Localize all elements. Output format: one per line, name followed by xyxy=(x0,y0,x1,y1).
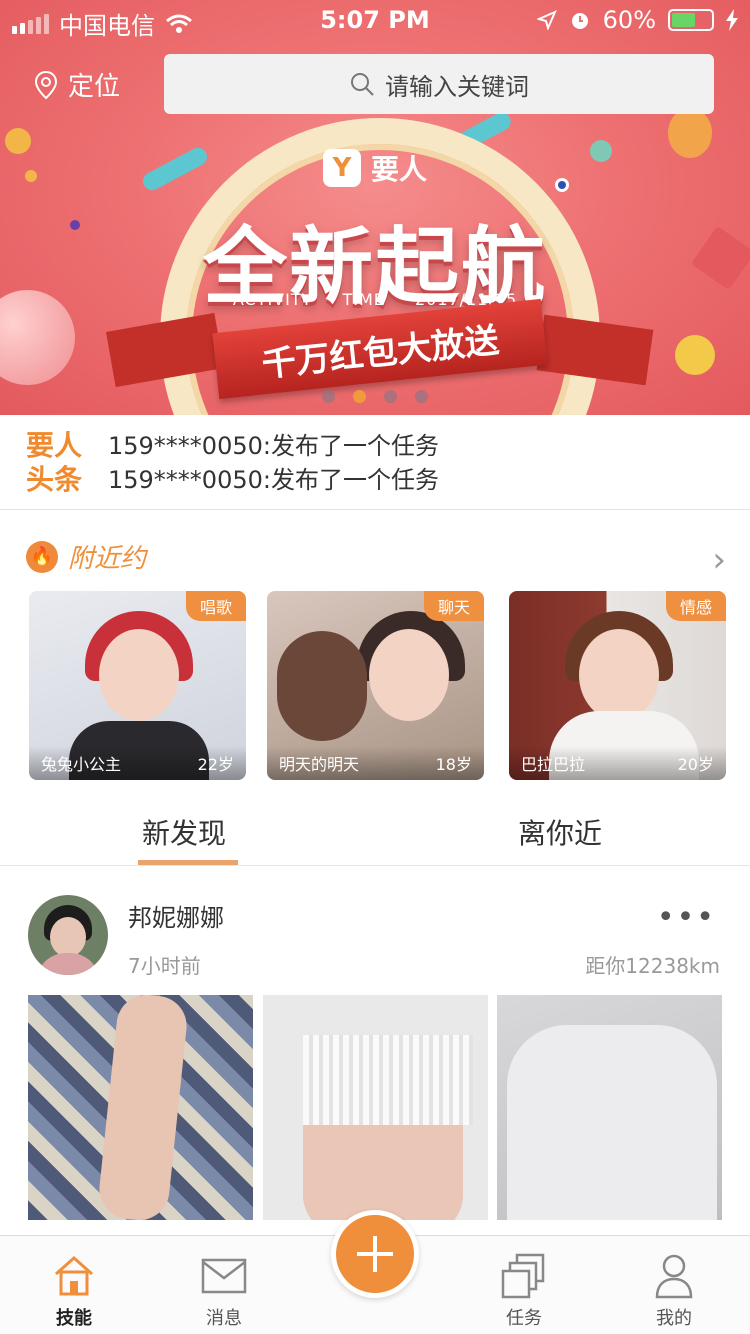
news-item[interactable]: 159****0050:发布了一个任务 xyxy=(108,429,439,463)
search-placeholder: 请输入关键词 xyxy=(385,72,529,101)
post-time: 7小时前 xyxy=(128,954,201,978)
search-icon xyxy=(351,73,374,96)
post-photo-lace xyxy=(303,1035,473,1125)
fire-icon: 🔥 xyxy=(26,540,58,573)
news-ticker[interactable]: 要人 头条 159****0050:发布了一个任务 159****0050:发布… xyxy=(0,415,750,510)
nav-label: 我的 xyxy=(656,1308,692,1329)
user-icon xyxy=(655,1254,693,1299)
more-options-icon[interactable]: ••• xyxy=(657,900,716,935)
card-caption: 兔兔小公主 22岁 xyxy=(29,746,246,780)
card-name: 兔兔小公主 xyxy=(41,755,122,774)
card-photo-face xyxy=(579,629,659,721)
post-photo-content xyxy=(96,995,190,1220)
post-photo[interactable] xyxy=(263,995,488,1220)
card-photo-face xyxy=(369,629,449,721)
post-distance: 距你12238km xyxy=(585,954,720,978)
banner-logo-text: 要人 xyxy=(370,153,427,186)
banner-pagination[interactable] xyxy=(0,390,750,403)
location-label: 定位 xyxy=(68,72,121,102)
card-age: 20岁 xyxy=(677,755,714,774)
post-photo[interactable] xyxy=(497,995,722,1220)
nearby-card[interactable]: 唱歌 兔兔小公主 22岁 xyxy=(29,591,246,780)
pagination-dot[interactable] xyxy=(415,390,428,403)
nav-item-skills[interactable]: 技能 xyxy=(24,1250,124,1330)
home-icon xyxy=(55,1255,93,1296)
post-photo-content xyxy=(507,1025,717,1220)
nav-item-tasks[interactable]: 任务 xyxy=(474,1250,574,1330)
card-photo-face xyxy=(99,629,179,721)
card-name: 明天的明天 xyxy=(279,755,360,774)
avatar[interactable] xyxy=(28,895,108,975)
card-name: 巴拉巴拉 xyxy=(521,755,586,774)
nav-item-profile[interactable]: 我的 xyxy=(624,1250,724,1330)
card-photo-dog xyxy=(277,631,367,741)
card-tag: 唱歌 xyxy=(186,591,246,621)
tab-nearby[interactable]: 离你近 xyxy=(518,812,602,852)
nearby-header[interactable]: 🔥 附近约 xyxy=(26,538,146,575)
alarm-icon xyxy=(571,13,588,29)
pagination-dot[interactable] xyxy=(384,390,397,403)
battery-icon xyxy=(668,9,714,31)
card-age: 22岁 xyxy=(197,755,234,774)
card-tag: 聊天 xyxy=(424,591,484,621)
news-item[interactable]: 159****0050:发布了一个任务 xyxy=(108,463,439,497)
publish-button[interactable] xyxy=(331,1210,419,1298)
nearby-card[interactable]: 聊天 明天的明天 18岁 xyxy=(267,591,484,780)
news-logo-line1: 要人 xyxy=(26,429,83,462)
feed-tabs: 新发现 离你近 xyxy=(0,800,750,866)
card-age: 18岁 xyxy=(435,755,472,774)
activity-label: ACTIVITY TIME xyxy=(232,290,385,309)
post-author[interactable]: 邦妮娜娜 xyxy=(128,898,224,933)
post-photo[interactable] xyxy=(28,995,253,1220)
card-caption: 明天的明天 18岁 xyxy=(267,746,484,780)
location-pin-icon xyxy=(34,70,58,99)
avatar-face xyxy=(50,917,86,957)
card-tag: 情感 xyxy=(666,591,726,621)
news-logo: 要人 头条 xyxy=(26,429,82,497)
nav-label: 技能 xyxy=(56,1308,92,1329)
status-bar: 中国电信 5:07 PM 60% xyxy=(0,0,750,40)
decor-ball xyxy=(675,335,715,375)
pagination-dot[interactable] xyxy=(322,390,335,403)
search-input[interactable]: 请输入关键词 xyxy=(164,54,714,114)
tab-discover[interactable]: 新发现 xyxy=(142,812,226,852)
news-list: 159****0050:发布了一个任务 159****0050:发布了一个任务 xyxy=(108,429,439,497)
banner-logo: Y 要人 xyxy=(0,148,750,188)
chevron-right-icon[interactable]: › xyxy=(712,540,726,580)
promo-banner[interactable]: 中国电信 5:07 PM 60% 定位 请输入关键词 Y 要人 全新起航 ACT… xyxy=(0,0,750,415)
avatar-body xyxy=(36,953,100,975)
pagination-dot-active[interactable] xyxy=(353,390,366,403)
tab-active-indicator xyxy=(138,860,238,865)
app-logo-icon: Y xyxy=(322,149,361,187)
plus-icon xyxy=(357,1236,393,1272)
nav-label: 消息 xyxy=(206,1308,242,1329)
card-caption: 巴拉巴拉 20岁 xyxy=(509,746,726,780)
nav-item-messages[interactable]: 消息 xyxy=(174,1250,274,1330)
nav-label: 任务 xyxy=(506,1308,542,1329)
nearby-title: 附近约 xyxy=(68,544,147,574)
news-logo-line2: 头条 xyxy=(26,463,83,496)
stack-icon xyxy=(501,1253,545,1299)
location-arrow-icon xyxy=(536,10,557,30)
nearby-card[interactable]: 情感 巴拉巴拉 20岁 xyxy=(509,591,726,780)
location-button[interactable]: 定位 xyxy=(34,66,120,103)
battery-percent: 60% xyxy=(602,6,656,34)
banner-activity: ACTIVITY TIME 2017/11/15 xyxy=(0,290,750,309)
charging-icon xyxy=(726,9,738,31)
mail-icon xyxy=(201,1258,247,1294)
